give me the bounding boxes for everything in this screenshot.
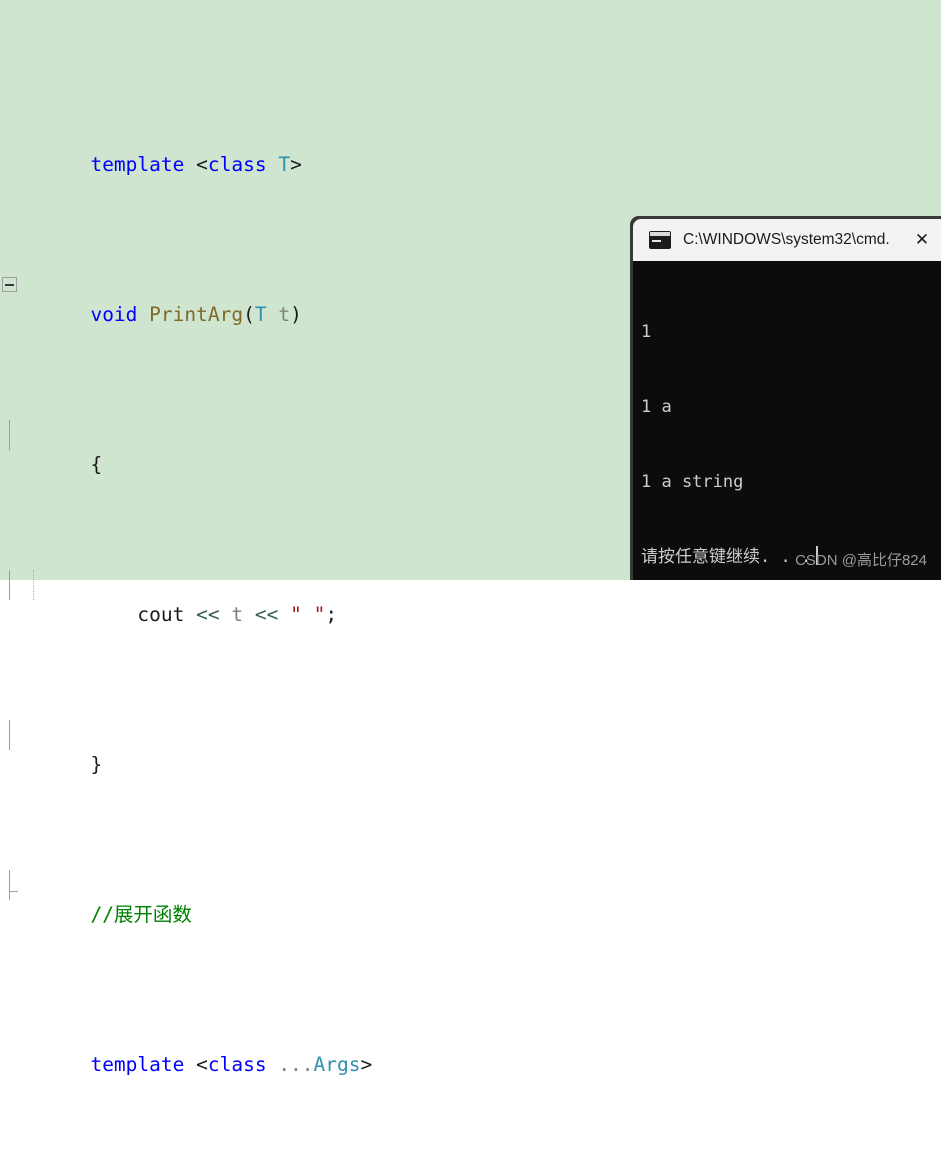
console-titlebar[interactable]: C:\WINDOWS\system32\cmd. ✕ — [633, 219, 941, 261]
fold-guide-line-end — [9, 870, 18, 900]
code-token-plain: < — [184, 1053, 208, 1076]
code-token-plain: cout — [90, 603, 197, 626]
console-prompt-text: 请按任意键继续. . . — [641, 547, 812, 567]
console-window-frame: C:\WINDOWS\system32\cmd. ✕ 1 1 a 1 a str… — [630, 216, 941, 580]
code-token-variable: t — [278, 303, 291, 326]
code-token-type: Args — [313, 1053, 361, 1076]
code-token-plain: { — [90, 453, 103, 476]
code-token-function: PrintArg — [149, 303, 244, 326]
code-token-plain: ( — [243, 303, 255, 326]
code-token-plain: > — [290, 153, 302, 176]
code-token-type: T — [254, 303, 267, 326]
close-icon[interactable]: ✕ — [903, 219, 941, 261]
code-token-keyword: template — [90, 1053, 185, 1076]
code-token-plain: > — [360, 1053, 373, 1076]
fold-guide-line — [9, 720, 10, 750]
code-token-type: T — [278, 153, 291, 176]
code-token-variable: t — [231, 603, 244, 626]
indent-guide — [33, 570, 34, 600]
fold-collapse-icon[interactable] — [2, 277, 17, 292]
code-token-string: " " — [290, 603, 326, 626]
console-title: C:\WINDOWS\system32\cmd. — [683, 231, 890, 248]
watermark: CSDN @高比仔824 — [795, 552, 927, 569]
code-line[interactable]: //展开函数 — [0, 870, 941, 926]
code-token-plain: < — [184, 153, 208, 176]
code-token-plain: } — [90, 753, 103, 776]
code-line[interactable]: } — [0, 720, 941, 776]
code-token-keyword: void — [90, 303, 138, 326]
code-token-keyword: class — [207, 1053, 267, 1076]
fold-guide-line — [9, 570, 10, 600]
code-token-variable: ... — [278, 1053, 314, 1076]
console-output-line: 1 a string — [641, 472, 744, 492]
fold-guide-line — [9, 420, 10, 450]
code-token-plain: ) — [290, 303, 302, 326]
console-output[interactable]: 1 1 a 1 a string 请按任意键继续. . . — [633, 261, 941, 580]
code-line[interactable]: template <class ...Args> — [0, 1020, 941, 1076]
console-output-line: 1 a — [641, 397, 672, 417]
code-token-operator: << — [254, 603, 279, 626]
code-token-plain: ; — [325, 603, 338, 626]
console-output-line: 1 — [641, 322, 652, 342]
cmd-console-icon — [649, 231, 671, 249]
console-window[interactable]: C:\WINDOWS\system32\cmd. ✕ 1 1 a 1 a str… — [630, 216, 941, 580]
code-line[interactable]: template <class T> — [0, 120, 941, 176]
code-token-keyword: class — [207, 153, 267, 176]
code-token-comment: //展开函数 — [90, 903, 192, 926]
code-token-keyword: template — [90, 153, 185, 176]
code-token-operator: << — [196, 603, 220, 626]
